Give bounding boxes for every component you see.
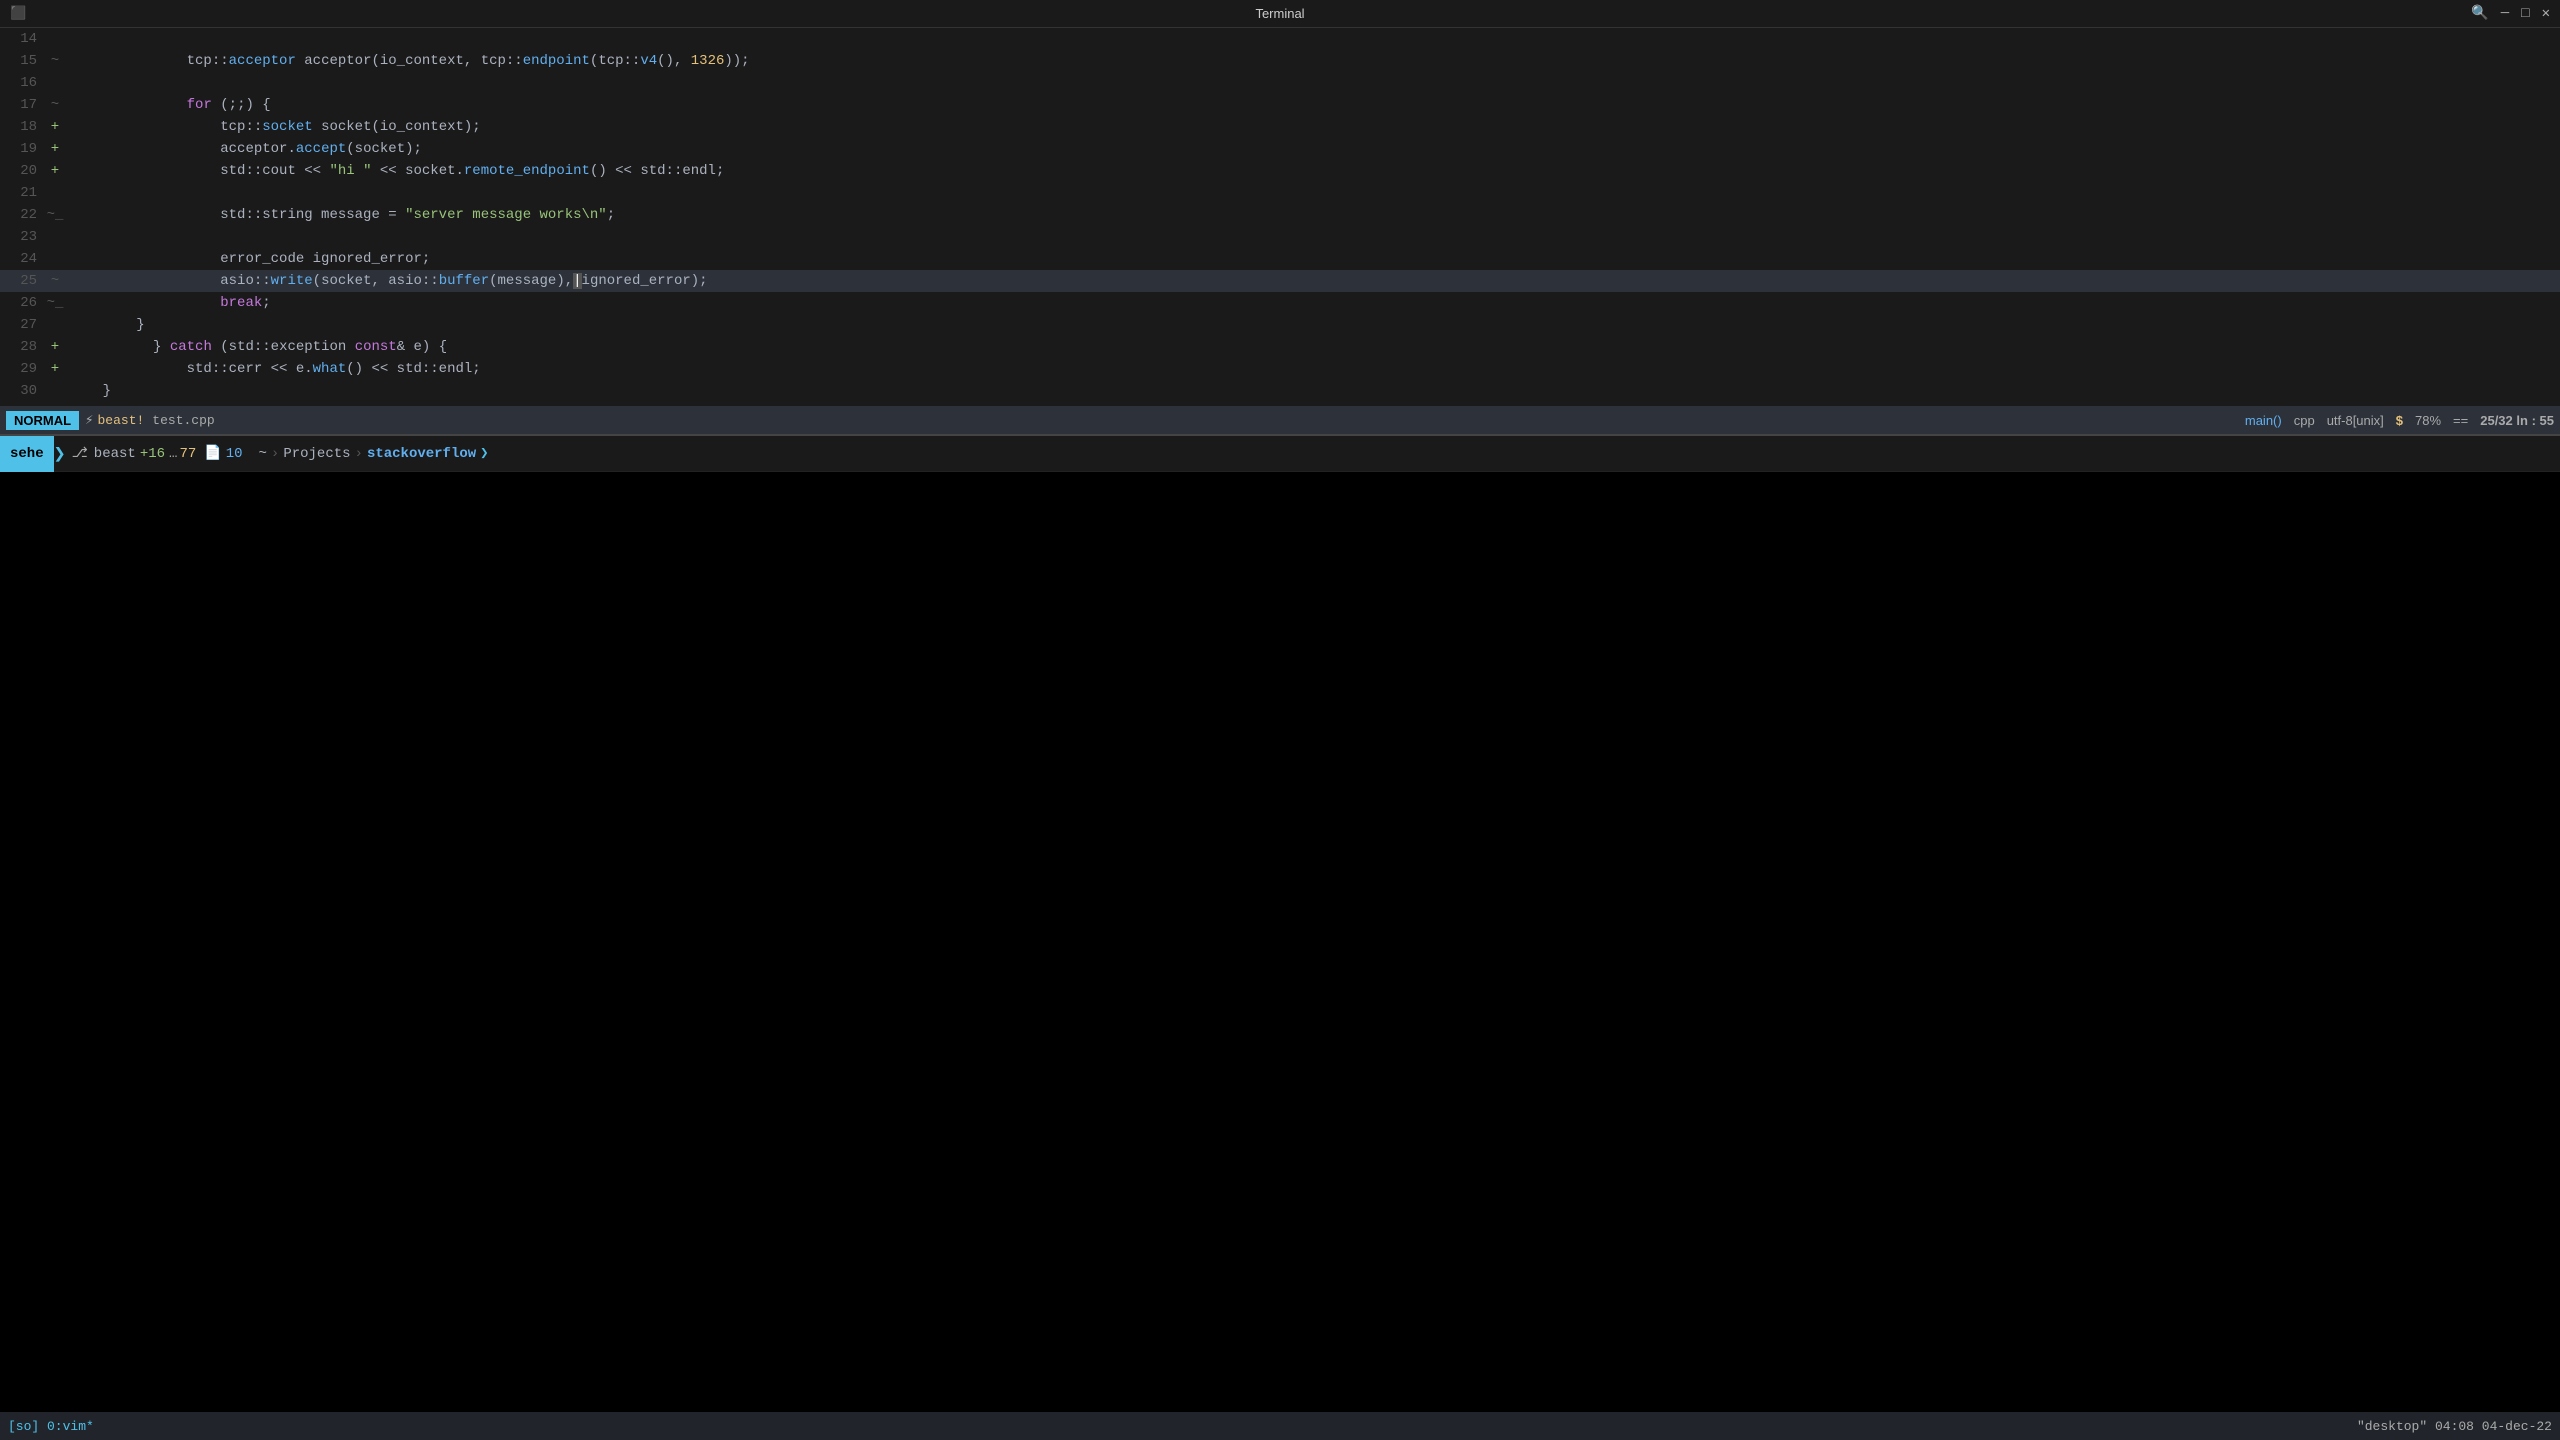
vim-dollar: $ [2396,413,2403,428]
terminal-icon: ⬛ [10,6,26,21]
terminal-sep-icon: ❯ [54,441,66,467]
tmux-time: "desktop" 04:08 04-dec-22 [2357,1419,2552,1434]
code-line-29: 29 + std::cerr << e.what() << std::endl; [0,358,2560,380]
path-dir-current: stackoverflow [367,446,476,462]
window-title: Terminal [1255,6,1304,21]
vim-position: 25/32 ln : 55 [2480,413,2554,428]
title-bar: ⬛ Terminal 🔍 ─ □ ✕ [0,0,2560,28]
git-changes: 77 [179,446,196,462]
vim-percent: 78% [2415,413,2441,428]
editor-area[interactable]: 14 15 ~ tcp::acceptor acceptor(io_contex… [0,28,2560,406]
vim-extra-file: test.cpp [152,413,214,428]
tmux-status-bar: [so] 0:vim* "desktop" 04:08 04-dec-22 [0,1412,2560,1440]
vim-status-right: main() cpp utf-8[unix] $ 78% == 25/32 ln… [2245,413,2554,428]
vim-lang: cpp [2294,413,2315,428]
vim-encoding: utf-8[unix] [2327,413,2384,428]
code-line-26: 26 ~_ break; [0,292,2560,314]
shell-area[interactable] [0,472,2560,1422]
vim-mode: NORMAL [6,411,79,430]
tmux-session: [so] 0:vim* [8,1419,94,1434]
git-dots: … [169,446,177,462]
file-icon: 📄 [204,445,221,462]
code-line-15: 15 ~ tcp::acceptor acceptor(io_context, … [0,50,2560,72]
code-line-20: 20 + std::cout << "hi " << socket.remote… [0,160,2560,182]
search-icon[interactable]: 🔍 [2471,5,2488,22]
title-bar-controls: 🔍 ─ □ ✕ [2471,5,2550,22]
git-branch: beast [94,446,136,462]
path-arrow1: › [271,446,279,462]
terminal-user: sehe [0,436,54,472]
code-line-30: 30 } [0,380,2560,402]
path-dir-projects: Projects [283,446,350,462]
terminal-bar: sehe ❯ ⎇ beast +16 … 77 📄 10 ~ › Project… [0,436,2560,472]
git-branch-icon: ⎇ [72,445,88,462]
terminal-cursor-icon: ❯ [480,445,488,462]
maximize-icon[interactable]: □ [2521,6,2529,22]
vim-statusbar: NORMAL ⚡ beast! test.cpp main() cpp utf-… [0,406,2560,434]
vim-cols: == [2453,413,2468,428]
title-bar-left: ⬛ [10,6,26,21]
git-untracked: 10 [226,446,243,462]
path-arrow2: › [355,446,363,462]
vim-func: main() [2245,413,2282,428]
git-adds: +16 [140,446,165,462]
minimize-icon[interactable]: ─ [2501,6,2509,22]
path-tilde: ~ [259,446,267,462]
code-line-22: 22 ~_ std::string message = "server mess… [0,204,2560,226]
lightning-icon: ⚡ [85,412,93,429]
code-line-31: 31 } [0,402,2560,406]
close-icon[interactable]: ✕ [2542,5,2550,22]
vim-filename: beast! [97,413,144,428]
